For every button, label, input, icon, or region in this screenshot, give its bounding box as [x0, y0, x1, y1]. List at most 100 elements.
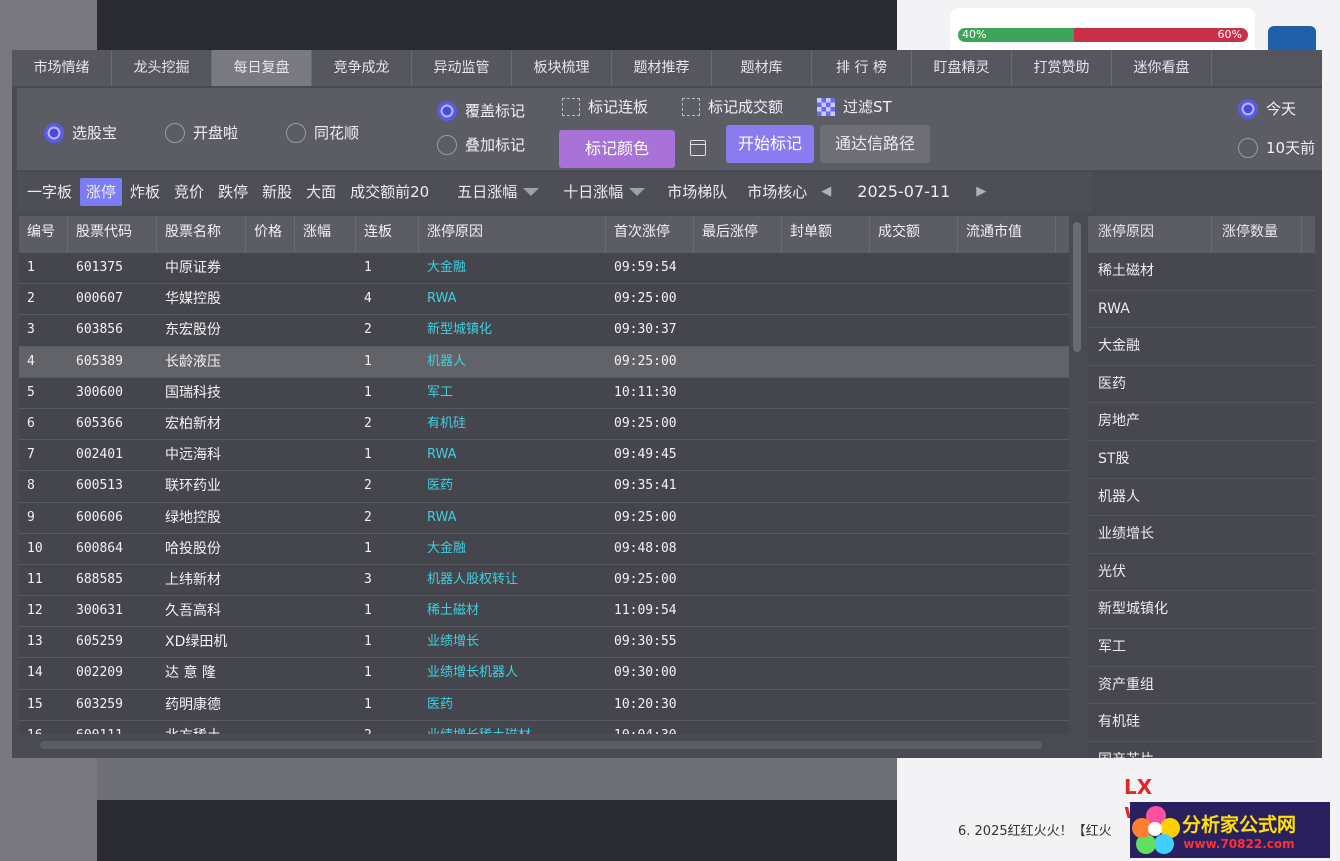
table-row[interactable]: 5 300600 国瑞科技 1 军工 10:11:30 — [19, 377, 1069, 409]
tab-5[interactable]: 板块梳理 — [512, 50, 612, 86]
filter-7[interactable]: 成交额前20 — [344, 178, 435, 206]
filter-3[interactable]: 竞价 — [168, 178, 210, 206]
five-day-dropdown[interactable]: 五日涨幅 — [451, 178, 545, 206]
table-horizontal-scrollbar[interactable] — [26, 738, 1062, 752]
start-mark-button[interactable]: 开始标记 — [726, 125, 814, 163]
radio-kaipanla[interactable]: 开盘啦 — [165, 122, 238, 143]
table-vertical-scrollbar[interactable] — [1070, 216, 1084, 734]
column-header[interactable]: 股票代码 — [68, 216, 157, 253]
market-ladder-button[interactable]: 市场梯队 — [661, 178, 733, 206]
column-header[interactable]: 价格 — [246, 216, 295, 253]
column-header[interactable]: 流通市值 — [958, 216, 1056, 253]
reason-item[interactable]: 有机硅 — [1088, 704, 1315, 742]
reason-item[interactable]: 大金融 — [1088, 328, 1315, 366]
table-row[interactable]: 6 605366 宏柏新材 2 有机硅 09:25:00 — [19, 408, 1069, 441]
checkbox-mark-amount[interactable]: 标记成交额 — [682, 96, 783, 117]
column-header[interactable]: 成交额 — [870, 216, 958, 253]
table-cell — [870, 503, 958, 533]
table-row[interactable]: 1 601375 中原证券 1 大金融 09:59:54 — [19, 253, 1069, 285]
table-row[interactable]: 4 605389 长龄液压 1 机器人 09:25:00 — [19, 346, 1069, 378]
reason-item[interactable]: 国产芯片 — [1088, 742, 1315, 758]
tab-3[interactable]: 竞争成龙 — [312, 50, 412, 86]
column-header[interactable]: 最后涨停 — [694, 216, 782, 253]
reason-item[interactable]: 新型城镇化 — [1088, 591, 1315, 629]
market-core-button[interactable]: 市场核心 — [741, 178, 813, 206]
news-item[interactable]: 6. 2025红红火火！【红火 — [958, 820, 1112, 839]
prev-date-icon[interactable]: ◀ — [815, 178, 837, 206]
reason-item[interactable]: 稀土磁材 — [1088, 253, 1315, 291]
checkbox-mark-limit[interactable]: 标记连板 — [562, 96, 648, 117]
table-cell: RWA — [427, 291, 457, 307]
table-row[interactable]: 16600111北方稀土 2业绩增长稀土磁材10:04:30 — [19, 720, 1069, 734]
table-cell — [295, 534, 356, 564]
tab-8[interactable]: 排 行 榜 — [812, 50, 912, 86]
filter-4[interactable]: 跌停 — [212, 178, 254, 206]
checkbox-filter-st[interactable]: 过滤ST — [817, 96, 892, 117]
tab-0[interactable]: 市场情绪 — [12, 50, 112, 86]
tdx-path-button[interactable]: 通达信路径 — [820, 125, 930, 163]
reason-item[interactable]: ST股 — [1088, 441, 1315, 479]
mark-color-button[interactable]: 标记颜色 — [559, 130, 675, 168]
reason-item[interactable]: 资产重组 — [1088, 667, 1315, 705]
reason-item[interactable]: 业绩增长 — [1088, 516, 1315, 554]
reason-item[interactable]: 光伏 — [1088, 554, 1315, 592]
table-row[interactable]: 10 600864 哈投股份 1 大金融 09:48:08 — [19, 533, 1069, 565]
table-row[interactable]: 3 603856 东宏股份 2 新型城镇化 09:30:37 — [19, 315, 1069, 347]
column-header[interactable]: 涨停原因 — [419, 216, 606, 253]
radio-xuangubao[interactable]: 选股宝 — [44, 122, 117, 143]
column-header[interactable]: 首次涨停 — [606, 216, 694, 253]
reason-item[interactable]: 房地产 — [1088, 403, 1315, 441]
table-row[interactable]: 8 600513 联环药业 2 医药 09:35:41 — [19, 471, 1069, 503]
tab-6[interactable]: 题材推荐 — [612, 50, 712, 86]
reason-item[interactable]: 军工 — [1088, 629, 1315, 667]
column-header[interactable]: 涨停原因 — [1088, 216, 1212, 253]
tab-1[interactable]: 龙头挖掘 — [112, 50, 212, 86]
reason-item[interactable]: 医药 — [1088, 366, 1315, 404]
filter-1[interactable]: 涨停 — [80, 178, 123, 206]
scrollbar-thumb[interactable] — [40, 741, 1042, 749]
ten-day-dropdown[interactable]: 十日涨幅 — [557, 178, 651, 206]
calendar-icon[interactable] — [690, 140, 706, 156]
tab-4[interactable]: 异动监管 — [412, 50, 512, 86]
table-row[interactable]: 14 002209 达 意 隆 1 业绩增长机器人 09:30:00 — [19, 658, 1069, 690]
tab-7[interactable]: 题材库 — [712, 50, 812, 86]
table-row[interactable]: 15 603259 药明康德 1 医药 10:20:30 — [19, 689, 1069, 721]
table-row[interactable]: 11 688585 上纬新材 3 机器人股权转让 09:25:00 — [19, 564, 1069, 597]
filter-2[interactable]: 炸板 — [124, 178, 166, 206]
table-row[interactable]: 7 002401 中远海科 1 RWA 09:49:45 — [19, 440, 1069, 472]
table-cell: 1 — [364, 540, 372, 556]
table-cell: 5 — [27, 384, 35, 400]
radio-stack-mark[interactable]: 叠加标记 — [437, 134, 525, 155]
table-row[interactable]: 12 300631 久吾高科 1 稀土磁材 11:09:54 — [19, 596, 1069, 628]
filter-6[interactable]: 大面 — [300, 178, 342, 206]
tab-9[interactable]: 盯盘精灵 — [912, 50, 1012, 86]
tab-2[interactable]: 每日复盘 — [212, 50, 312, 86]
table-cell — [694, 721, 782, 734]
table-cell: 603259 — [76, 696, 123, 712]
table-cell: 医药 — [427, 478, 454, 494]
column-header[interactable]: 股票名称 — [157, 216, 246, 253]
radio-today[interactable]: 今天 — [1238, 98, 1296, 119]
table-row[interactable]: 9 600606 绿地控股 2 RWA 09:25:00 — [19, 502, 1069, 534]
table-cell: 16 — [19, 721, 68, 734]
filter-5[interactable]: 新股 — [256, 178, 298, 206]
column-header[interactable]: 编号 — [19, 216, 68, 253]
table-row[interactable]: 2 000607 华媒控股 4 RWA 09:25:00 — [19, 284, 1069, 316]
table-cell: 11 — [27, 571, 43, 587]
tab-10[interactable]: 打赏赞助 — [1012, 50, 1112, 86]
column-header[interactable]: 封单额 — [782, 216, 870, 253]
scrollbar-thumb[interactable] — [1073, 222, 1081, 352]
column-header[interactable]: 涨幅 — [295, 216, 356, 253]
table-row[interactable]: 13 605259 XD绿田机 1 业绩增长 09:30:55 — [19, 627, 1069, 659]
filter-0[interactable]: 一字板 — [21, 178, 78, 206]
tab-11[interactable]: 迷你看盘 — [1112, 50, 1212, 86]
radio-cover-mark[interactable]: 覆盖标记 — [437, 100, 525, 121]
next-date-icon[interactable]: ▶ — [970, 178, 992, 206]
column-header[interactable]: 涨停数量 — [1212, 216, 1302, 253]
reason-item[interactable]: RWA — [1088, 291, 1315, 329]
radio-ten-days-ago[interactable]: 10天前 — [1238, 137, 1315, 158]
radio-tonghuashun[interactable]: 同花顺 — [286, 122, 359, 143]
column-header[interactable]: 连板 — [356, 216, 419, 253]
reason-item[interactable]: 机器人 — [1088, 479, 1315, 517]
table-cell: 2 — [364, 478, 372, 494]
